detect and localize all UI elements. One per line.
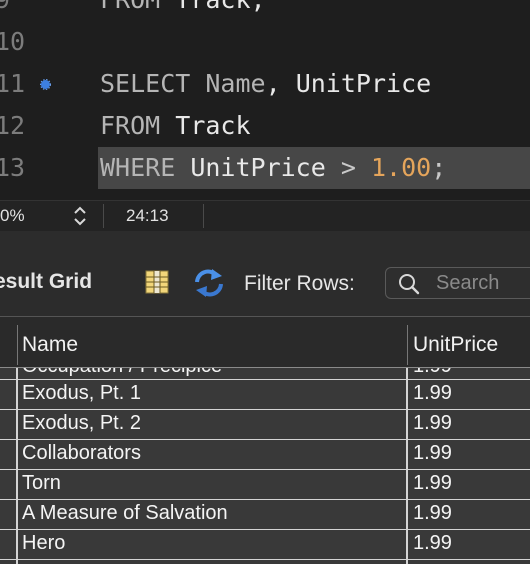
cell-unitprice[interactable]: 1.99 (413, 532, 452, 555)
grid-column-line (16, 368, 18, 564)
code-token: , UnitPrice (265, 69, 432, 98)
refresh-icon[interactable] (192, 268, 226, 298)
table-row[interactable]: Torn 1.99 (0, 470, 530, 500)
table-row[interactable]: Collaborators 1.99 (0, 440, 530, 470)
cell-unitprice[interactable]: 1.99 (413, 442, 452, 465)
column-header-unitprice[interactable]: UnitPrice (413, 333, 498, 357)
table-row[interactable]: Exodus, Pt. 1 1.99 (0, 380, 530, 410)
cursor-position: 24:13 (126, 206, 169, 225)
result-toolbar: esult Grid Filter Rows: (0, 248, 530, 316)
cell-name[interactable]: Exodus, Pt. 2 (22, 412, 141, 435)
grid-column-line (406, 368, 408, 564)
code-token: UnitPrice (175, 153, 341, 182)
column-divider[interactable] (407, 325, 408, 365)
cell-unitprice[interactable]: 1.99 (413, 502, 452, 525)
cell-name[interactable]: Hero (22, 532, 65, 555)
cell-name[interactable]: Torn (22, 472, 61, 495)
line-number: 10 (0, 27, 26, 56)
search-icon (399, 274, 420, 295)
line-number: 12 (0, 111, 26, 140)
cell-unitprice[interactable]: 1.99 (413, 412, 452, 435)
status-divider (203, 204, 204, 228)
table-row[interactable]: Hero 1.99 (0, 530, 530, 560)
stepper-icon[interactable] (72, 205, 88, 227)
table-row[interactable]: Exodus, Pt. 2 1.99 (0, 410, 530, 440)
editor-line[interactable]: 12 FROM Track (0, 105, 530, 147)
code-text: WHERE UnitPrice > 1.00; (100, 147, 446, 189)
result-grid[interactable]: Name UnitPrice Occupation / Precipice 1.9… (0, 316, 530, 564)
line-number: 9 (0, 0, 35, 21)
breakpoint-marker-icon[interactable] (40, 79, 51, 90)
editor-line[interactable]: 13 WHERE UnitPrice > 1.00; (0, 147, 530, 189)
cell-name[interactable]: Collaborators (22, 442, 141, 465)
cell-unitprice[interactable]: 1.99 (413, 382, 452, 405)
code-token: Track (160, 111, 251, 140)
cell-unitprice[interactable]: 1.99 (413, 472, 452, 495)
line-number: 13 (0, 153, 26, 182)
code-token: FROM (100, 111, 161, 140)
table-row[interactable]: A Measure of Salvation 1.99 (0, 500, 530, 530)
line-number: 11 (0, 69, 26, 98)
code-text: FROM Track; (100, 0, 266, 21)
result-grid-icon[interactable] (144, 269, 170, 295)
code-token: WHERE (100, 153, 176, 182)
code-token: Name (205, 69, 266, 98)
code-token: ; (431, 153, 447, 182)
code-text: SELECT Name, UnitPrice (100, 63, 431, 105)
code-token: FROM (100, 0, 160, 14)
cell-name[interactable]: Occupation / Precipice (22, 368, 222, 378)
search-input[interactable] (436, 272, 530, 294)
code-text: FROM Track (100, 105, 251, 147)
editor-line[interactable]: 9 FROM Track; (0, 0, 530, 21)
code-token: Track; (160, 0, 265, 14)
editor-line[interactable]: 11 SELECT Name, UnitPrice (0, 63, 530, 105)
filter-rows-label: Filter Rows: (244, 272, 355, 295)
editor-status-bar: 0% 24:13 (0, 200, 530, 231)
code-token: SELECT (100, 69, 191, 98)
editor-line[interactable]: 10 (0, 21, 530, 63)
cell-unitprice[interactable]: 1.99 (413, 368, 452, 378)
sql-editor[interactable]: 9FROM Track;1011SELECT Name, UnitPrice12… (0, 0, 530, 200)
panel-divider (0, 231, 530, 248)
code-token: 1.00 (370, 153, 432, 182)
code-token: > (340, 153, 356, 182)
cell-name[interactable]: Exodus, Pt. 1 (22, 382, 141, 405)
grid-header: Name UnitPrice (0, 316, 530, 368)
status-divider (103, 204, 104, 228)
cell-name[interactable]: A Measure of Salvation (22, 502, 228, 525)
column-divider[interactable] (17, 325, 18, 365)
zoom-level: 0% (0, 206, 25, 225)
filter-search-box[interactable] (385, 267, 530, 299)
table-row[interactable]: Occupation / Precipice 1.99 (0, 368, 530, 380)
result-grid-tab[interactable]: esult Grid (0, 270, 92, 294)
grid-rows: Occupation / Precipice 1.99 Exodus, Pt. 1 1… (0, 368, 530, 560)
column-header-name[interactable]: Name (22, 333, 78, 357)
